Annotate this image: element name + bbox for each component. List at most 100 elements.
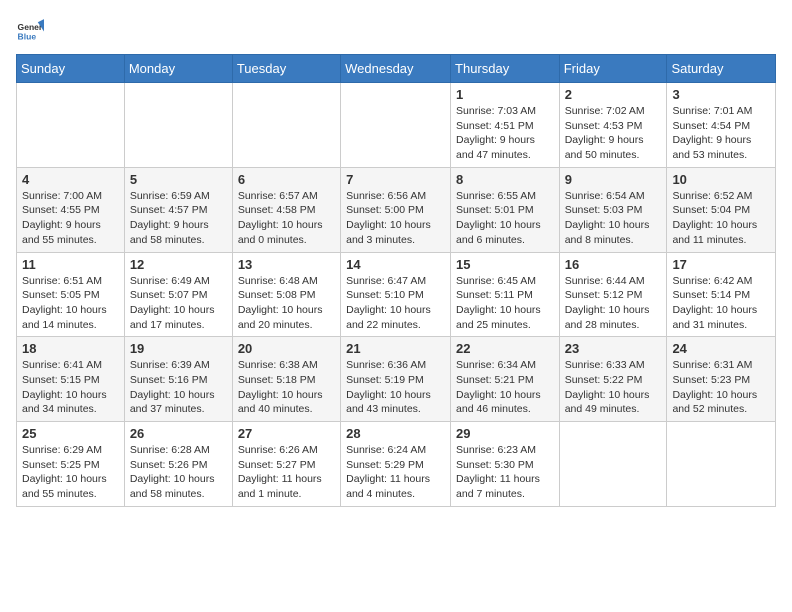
- day-number: 24: [672, 341, 770, 356]
- day-info: Sunrise: 6:57 AMSunset: 4:58 PMDaylight:…: [238, 189, 335, 248]
- calendar-cell: 28 Sunrise: 6:24 AMSunset: 5:29 PMDayligh…: [341, 422, 451, 507]
- calendar-cell: 29 Sunrise: 6:23 AMSunset: 5:30 PMDayligh…: [451, 422, 560, 507]
- day-info: Sunrise: 6:48 AMSunset: 5:08 PMDaylight:…: [238, 274, 335, 333]
- day-number: 3: [672, 87, 770, 102]
- day-info: Sunrise: 6:42 AMSunset: 5:14 PMDaylight:…: [672, 274, 770, 333]
- day-number: 13: [238, 257, 335, 272]
- svg-text:Blue: Blue: [18, 31, 37, 41]
- col-header-monday: Monday: [124, 55, 232, 83]
- day-info: Sunrise: 7:03 AMSunset: 4:51 PMDaylight:…: [456, 104, 554, 163]
- day-number: 26: [130, 426, 227, 441]
- day-number: 7: [346, 172, 445, 187]
- calendar-table: SundayMondayTuesdayWednesdayThursdayFrid…: [16, 54, 776, 507]
- calendar-cell: 23 Sunrise: 6:33 AMSunset: 5:22 PMDayligh…: [559, 337, 667, 422]
- calendar-cell: [232, 83, 340, 168]
- calendar-cell: 14 Sunrise: 6:47 AMSunset: 5:10 PMDayligh…: [341, 252, 451, 337]
- day-number: 10: [672, 172, 770, 187]
- day-number: 19: [130, 341, 227, 356]
- calendar-cell: 20 Sunrise: 6:38 AMSunset: 5:18 PMDayligh…: [232, 337, 340, 422]
- calendar-cell: 17Sunrise: 6:42 AMSunset: 5:14 PMDayligh…: [667, 252, 776, 337]
- day-number: 20: [238, 341, 335, 356]
- day-number: 4: [22, 172, 119, 187]
- calendar-cell: 13 Sunrise: 6:48 AMSunset: 5:08 PMDayligh…: [232, 252, 340, 337]
- calendar-cell: 9Sunrise: 6:54 AMSunset: 5:03 PMDaylight…: [559, 167, 667, 252]
- day-number: 23: [565, 341, 662, 356]
- logo: General Blue: [16, 16, 44, 44]
- calendar-cell: 22 Sunrise: 6:34 AMSunset: 5:21 PMDayligh…: [451, 337, 560, 422]
- calendar-cell: 15 Sunrise: 6:45 AMSunset: 5:11 PMDayligh…: [451, 252, 560, 337]
- day-number: 6: [238, 172, 335, 187]
- calendar-cell: 18 Sunrise: 6:41 AMSunset: 5:15 PMDayligh…: [17, 337, 125, 422]
- day-info: Sunrise: 6:47 AMSunset: 5:10 PMDaylight:…: [346, 274, 445, 333]
- calendar-cell: 7 Sunrise: 6:56 AMSunset: 5:00 PMDaylight…: [341, 167, 451, 252]
- day-info: Sunrise: 6:24 AMSunset: 5:29 PMDaylight:…: [346, 443, 445, 502]
- day-info: Sunrise: 6:52 AMSunset: 5:04 PMDaylight:…: [672, 189, 770, 248]
- day-info: Sunrise: 6:56 AMSunset: 5:00 PMDaylight:…: [346, 189, 445, 248]
- week-row-2: 4 Sunrise: 7:00 AMSunset: 4:55 PMDaylight…: [17, 167, 776, 252]
- calendar-cell: [559, 422, 667, 507]
- calendar-cell: 2 Sunrise: 7:02 AMSunset: 4:53 PMDaylight…: [559, 83, 667, 168]
- day-number: 18: [22, 341, 119, 356]
- day-info: Sunrise: 6:29 AMSunset: 5:25 PMDaylight:…: [22, 443, 119, 502]
- calendar-cell: 11 Sunrise: 6:51 AMSunset: 5:05 PMDayligh…: [17, 252, 125, 337]
- day-info: Sunrise: 6:38 AMSunset: 5:18 PMDaylight:…: [238, 358, 335, 417]
- header-row: SundayMondayTuesdayWednesdayThursdayFrid…: [17, 55, 776, 83]
- day-number: 15: [456, 257, 554, 272]
- day-info: Sunrise: 6:51 AMSunset: 5:05 PMDaylight:…: [22, 274, 119, 333]
- day-info: Sunrise: 6:41 AMSunset: 5:15 PMDaylight:…: [22, 358, 119, 417]
- calendar-cell: [124, 83, 232, 168]
- day-number: 28: [346, 426, 445, 441]
- calendar-cell: 4 Sunrise: 7:00 AMSunset: 4:55 PMDaylight…: [17, 167, 125, 252]
- calendar-cell: [667, 422, 776, 507]
- day-number: 27: [238, 426, 335, 441]
- day-number: 14: [346, 257, 445, 272]
- day-info: Sunrise: 6:26 AMSunset: 5:27 PMDaylight:…: [238, 443, 335, 502]
- day-info: Sunrise: 6:49 AMSunset: 5:07 PMDaylight:…: [130, 274, 227, 333]
- day-info: Sunrise: 6:33 AMSunset: 5:22 PMDaylight:…: [565, 358, 662, 417]
- calendar-cell: 27 Sunrise: 6:26 AMSunset: 5:27 PMDayligh…: [232, 422, 340, 507]
- day-number: 16: [565, 257, 662, 272]
- day-info: Sunrise: 6:45 AMSunset: 5:11 PMDaylight:…: [456, 274, 554, 333]
- day-number: 25: [22, 426, 119, 441]
- col-header-tuesday: Tuesday: [232, 55, 340, 83]
- header: General Blue: [16, 16, 776, 44]
- calendar-cell: 5 Sunrise: 6:59 AMSunset: 4:57 PMDaylight…: [124, 167, 232, 252]
- day-number: 12: [130, 257, 227, 272]
- day-info: Sunrise: 6:54 AMSunset: 5:03 PMDaylight:…: [565, 189, 662, 248]
- day-info: Sunrise: 6:28 AMSunset: 5:26 PMDaylight:…: [130, 443, 227, 502]
- day-number: 22: [456, 341, 554, 356]
- calendar-cell: 19Sunrise: 6:39 AMSunset: 5:16 PMDayligh…: [124, 337, 232, 422]
- week-row-1: 1 Sunrise: 7:03 AMSunset: 4:51 PMDaylight…: [17, 83, 776, 168]
- day-info: Sunrise: 6:31 AMSunset: 5:23 PMDaylight:…: [672, 358, 770, 417]
- day-number: 1: [456, 87, 554, 102]
- day-info: Sunrise: 6:23 AMSunset: 5:30 PMDaylight:…: [456, 443, 554, 502]
- day-info: Sunrise: 6:55 AMSunset: 5:01 PMDaylight:…: [456, 189, 554, 248]
- week-row-3: 11 Sunrise: 6:51 AMSunset: 5:05 PMDayligh…: [17, 252, 776, 337]
- day-number: 5: [130, 172, 227, 187]
- day-number: 21: [346, 341, 445, 356]
- calendar-cell: 3 Sunrise: 7:01 AMSunset: 4:54 PMDaylight…: [667, 83, 776, 168]
- calendar-cell: 10 Sunrise: 6:52 AMSunset: 5:04 PMDayligh…: [667, 167, 776, 252]
- day-number: 29: [456, 426, 554, 441]
- day-info: Sunrise: 6:59 AMSunset: 4:57 PMDaylight:…: [130, 189, 227, 248]
- calendar-cell: 8Sunrise: 6:55 AMSunset: 5:01 PMDaylight…: [451, 167, 560, 252]
- col-header-thursday: Thursday: [451, 55, 560, 83]
- calendar-cell: 6 Sunrise: 6:57 AMSunset: 4:58 PMDaylight…: [232, 167, 340, 252]
- day-number: 2: [565, 87, 662, 102]
- calendar-cell: 12 Sunrise: 6:49 AMSunset: 5:07 PMDayligh…: [124, 252, 232, 337]
- day-info: Sunrise: 6:44 AMSunset: 5:12 PMDaylight:…: [565, 274, 662, 333]
- col-header-friday: Friday: [559, 55, 667, 83]
- day-info: Sunrise: 7:02 AMSunset: 4:53 PMDaylight:…: [565, 104, 662, 163]
- day-info: Sunrise: 7:00 AMSunset: 4:55 PMDaylight:…: [22, 189, 119, 248]
- day-number: 11: [22, 257, 119, 272]
- col-header-saturday: Saturday: [667, 55, 776, 83]
- calendar-cell: 26 Sunrise: 6:28 AMSunset: 5:26 PMDayligh…: [124, 422, 232, 507]
- logo-icon: General Blue: [16, 16, 44, 44]
- day-info: Sunrise: 7:01 AMSunset: 4:54 PMDaylight:…: [672, 104, 770, 163]
- day-info: Sunrise: 6:34 AMSunset: 5:21 PMDaylight:…: [456, 358, 554, 417]
- calendar-cell: [341, 83, 451, 168]
- col-header-sunday: Sunday: [17, 55, 125, 83]
- calendar-cell: 16 Sunrise: 6:44 AMSunset: 5:12 PMDayligh…: [559, 252, 667, 337]
- week-row-5: 25 Sunrise: 6:29 AMSunset: 5:25 PMDayligh…: [17, 422, 776, 507]
- calendar-cell: 21Sunrise: 6:36 AMSunset: 5:19 PMDayligh…: [341, 337, 451, 422]
